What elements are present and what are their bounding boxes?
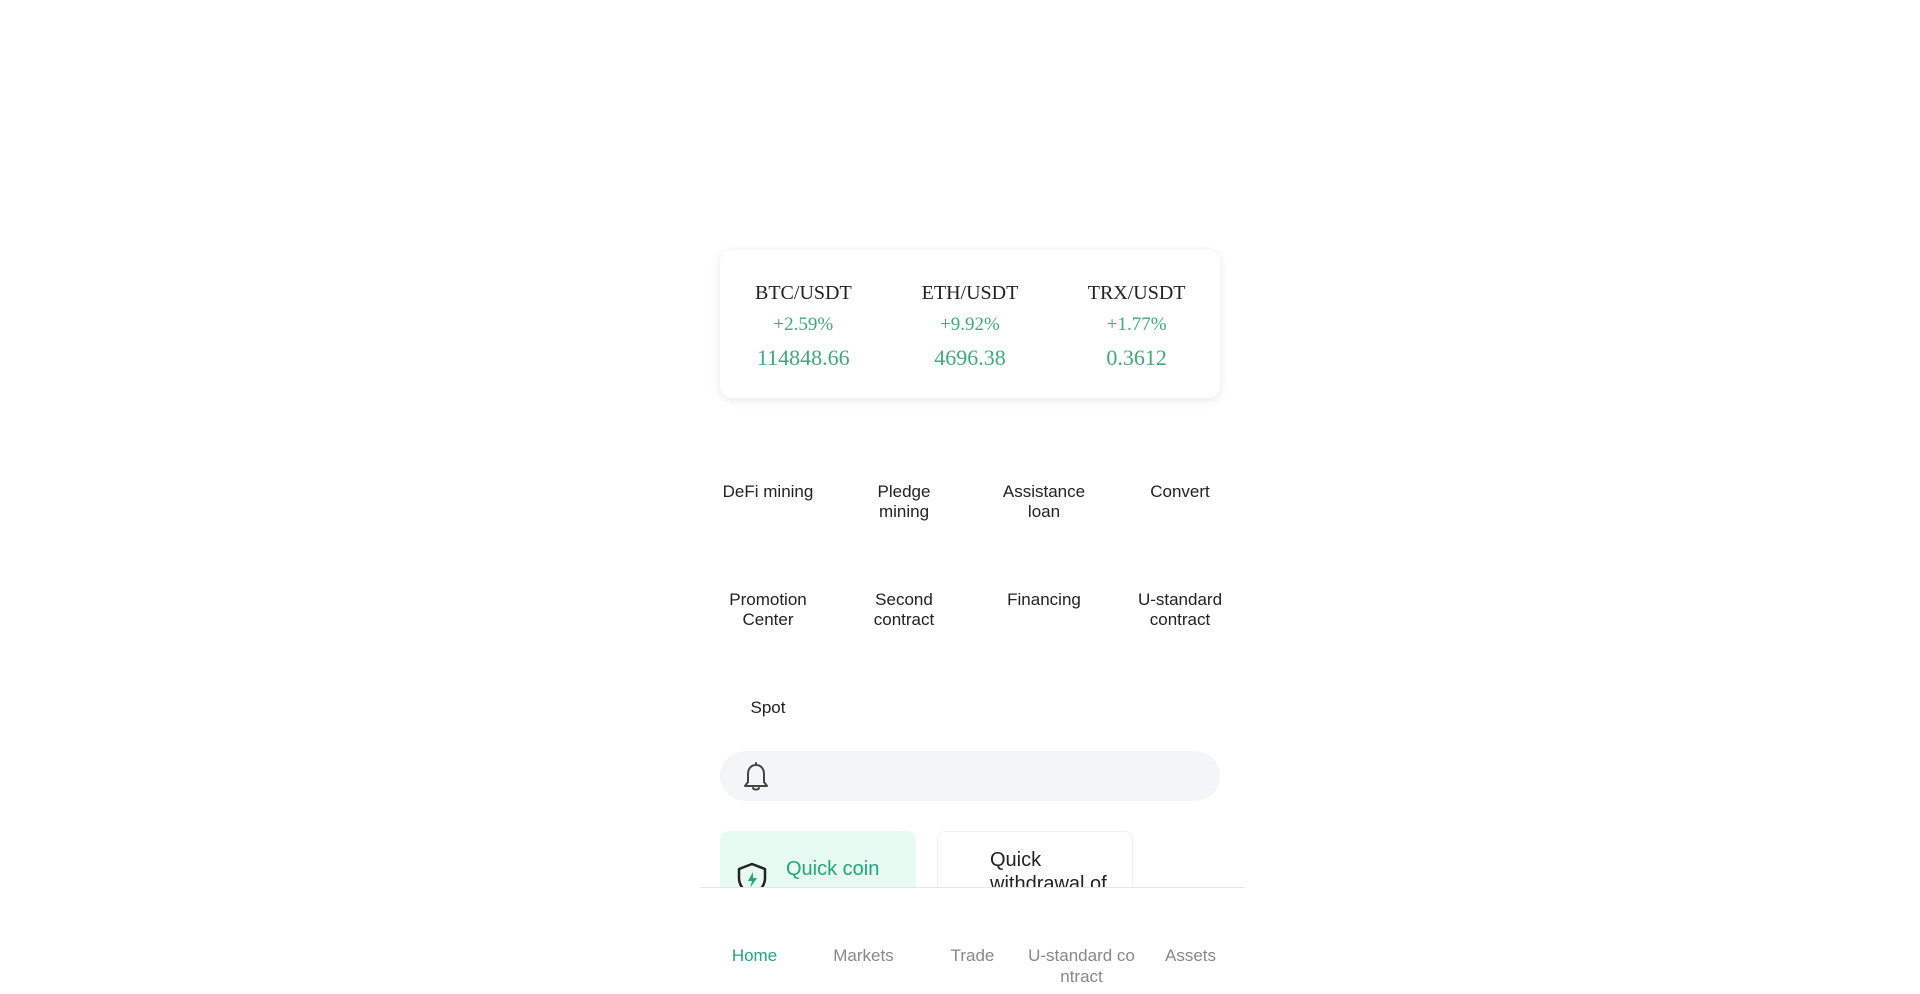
ticker-change: +9.92% xyxy=(940,314,1000,335)
ticker-btc[interactable]: BTC/USDT +2.59% 114848.66 xyxy=(728,277,878,375)
tab-home[interactable]: Home xyxy=(700,945,809,966)
ticker-trx[interactable]: TRX/USDT +1.77% 0.3612 xyxy=(1062,277,1212,375)
tab-u-standard-contract[interactable]: U-standard contract xyxy=(1027,945,1136,987)
ticker-eth[interactable]: ETH/USDT +9.92% 4696.38 xyxy=(895,277,1045,375)
app-root: BTC/USDT +2.59% 114848.66 ETH/USDT +9.92… xyxy=(700,0,1245,994)
menu-item-financing[interactable]: Financing xyxy=(984,590,1104,610)
menu-item-promotion-center[interactable]: Promotion Center xyxy=(713,590,823,630)
menu-item-spot[interactable]: Spot xyxy=(718,698,818,718)
menu-item-u-standard-contract[interactable]: U-standard contract xyxy=(1120,590,1240,630)
ticker-price: 0.3612 xyxy=(1106,345,1167,370)
quick-actions: Quick coin Quick withdrawal of xyxy=(720,831,1220,887)
tab-markets[interactable]: Markets xyxy=(809,945,918,966)
menu-item-pledge-mining[interactable]: Pledge mining xyxy=(854,482,954,522)
menu-item-defi-mining[interactable]: DeFi mining xyxy=(718,482,818,502)
menu-item-assistance-loan[interactable]: Assistance loan xyxy=(989,482,1099,522)
ticker-pair: BTC/USDT xyxy=(754,282,852,304)
tab-trade[interactable]: Trade xyxy=(918,945,1027,966)
ticker-card: BTC/USDT +2.59% 114848.66 ETH/USDT +9.92… xyxy=(720,250,1220,398)
ticker-change: +2.59% xyxy=(773,314,834,335)
ticker-price: 114848.66 xyxy=(756,345,850,370)
bottom-tabbar: Home Markets Trade U-standard contract A… xyxy=(700,887,1245,994)
quick-withdrawal-card[interactable]: Quick withdrawal of xyxy=(937,831,1133,887)
ticker-change: +1.77% xyxy=(1106,314,1167,335)
ticker-pair: TRX/USDT xyxy=(1087,282,1186,304)
menu-item-second-contract[interactable]: Second contract xyxy=(849,590,959,630)
tab-assets[interactable]: Assets xyxy=(1136,945,1245,966)
bell-icon xyxy=(744,762,768,791)
ticker-price: 4696.38 xyxy=(934,345,1006,370)
ticker-pair: ETH/USDT xyxy=(921,282,1019,304)
quick-coin-card[interactable]: Quick coin xyxy=(720,831,916,887)
shield-icon xyxy=(737,862,767,887)
quick-coin-label: Quick coin xyxy=(786,858,880,880)
notice-bar[interactable] xyxy=(720,751,1220,801)
menu-item-convert[interactable]: Convert xyxy=(1125,482,1235,502)
quick-withdrawal-label: Quick withdrawal of xyxy=(990,849,1107,887)
